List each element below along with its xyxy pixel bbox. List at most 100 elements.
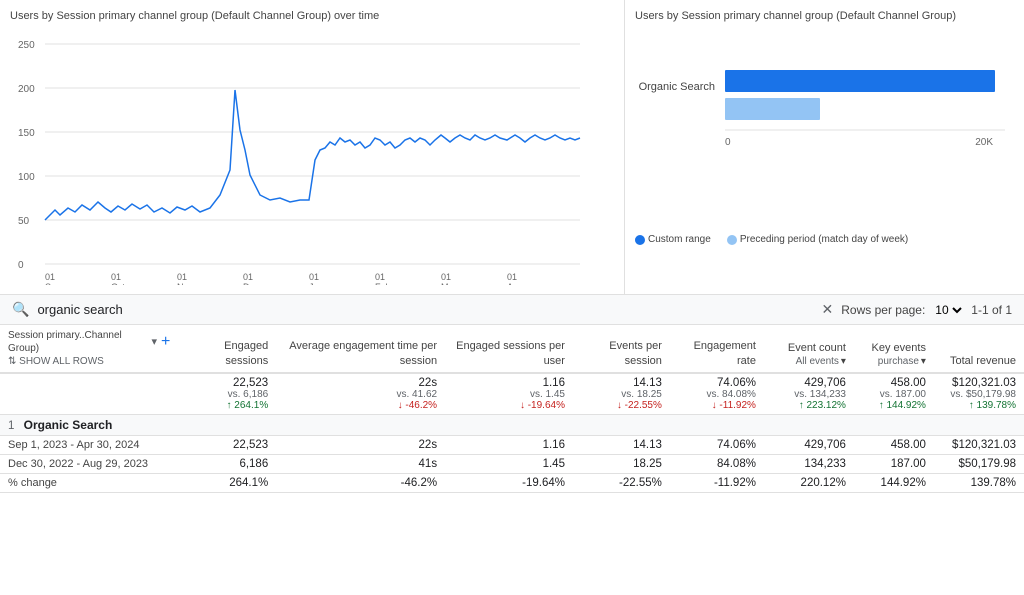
row1-label: Organic Search — [24, 418, 113, 432]
svg-text:Oct: Oct — [111, 282, 126, 285]
totals-label-cell — [0, 373, 178, 415]
search-icon: 🔍 — [12, 301, 29, 318]
svg-text:0: 0 — [18, 260, 24, 271]
svg-text:20K: 20K — [975, 137, 993, 148]
totals-eps-vs: vs. 18.25 — [581, 389, 662, 400]
pct-er: -11.92% — [670, 474, 764, 493]
page-info: 1-1 of 1 — [971, 303, 1012, 317]
pct-es: 264.1% — [178, 474, 276, 493]
period2-ec: 134,233 — [764, 455, 854, 474]
th-session: Session primary..Channel Group) ▾ + ⇅ SH… — [0, 325, 178, 373]
period1-label-cell: Sep 1, 2023 - Apr 30, 2024 — [0, 436, 178, 455]
svg-text:Feb: Feb — [375, 282, 391, 285]
period2-er: 84.08% — [670, 455, 764, 474]
totals-events-per-session: 14.13 vs. 18.25 ↓ -22.55% — [573, 373, 670, 415]
totals-er-vs: vs. 84.08% — [678, 389, 756, 400]
totals-at-value: 22s — [284, 377, 437, 389]
svg-text:Jan: Jan — [309, 282, 324, 285]
th-events-per-session-label: Events per session — [609, 340, 662, 366]
svg-text:01: 01 — [441, 272, 451, 282]
row1-ec-blank — [764, 415, 854, 436]
rows-per-page-select[interactable]: 10 25 50 — [931, 302, 965, 318]
svg-text:Dec: Dec — [243, 282, 260, 285]
th-total-revenue: Total revenue — [934, 325, 1024, 373]
svg-text:0: 0 — [725, 137, 731, 148]
line-chart-svg: 250 200 150 100 50 0 01 Sep 01 Oct 01 No… — [10, 30, 590, 285]
data-table: Session primary..Channel Group) ▾ + ⇅ SH… — [0, 325, 1024, 493]
add-dimension-button[interactable]: + — [161, 334, 170, 350]
th-engaged-sessions-label: Engaged sessions — [224, 340, 268, 366]
th-engagement-rate: Engagement rate — [670, 325, 764, 373]
totals-er-value: 74.06% — [678, 377, 756, 389]
th-avg-time: Average engagement time per session — [276, 325, 445, 373]
th-event-count-sub: All events — [796, 355, 839, 368]
totals-event-count: 429,706 vs. 134,233 ↑ 223.12% — [764, 373, 854, 415]
th-key-events: Key events purchase ▾ — [854, 325, 934, 373]
legend-dot-custom — [635, 235, 645, 245]
pct-ke: 144.92% — [854, 474, 934, 493]
rows-per-page-label: Rows per page: — [841, 303, 925, 317]
show-all-rows-button[interactable]: ⇅ SHOW ALL ROWS — [8, 355, 170, 368]
th-events-per-session: Events per session — [573, 325, 670, 373]
table-row: 1 Organic Search — [0, 415, 1024, 436]
totals-engaged-sessions: 22,523 vs. 6,186 ↑ 264.1% — [178, 373, 276, 415]
totals-row: 22,523 vs. 6,186 ↑ 264.1% 22s vs. 41.62 … — [0, 373, 1024, 415]
totals-avg-time: 22s vs. 41.62 ↓ -46.2% — [276, 373, 445, 415]
search-input[interactable] — [37, 302, 813, 317]
period2-es: 6,186 — [178, 455, 276, 474]
search-clear-button[interactable]: ✕ — [822, 301, 834, 318]
pct-at: -46.2% — [276, 474, 445, 493]
svg-text:01: 01 — [309, 272, 319, 282]
bar-chart-svg: Organic Search 0 20K — [635, 30, 1015, 230]
totals-epu-vs: vs. 1.45 — [453, 389, 565, 400]
key-events-dropdown[interactable]: ▾ — [921, 355, 926, 368]
bar-chart-title: Users by Session primary channel group (… — [635, 10, 1014, 22]
legend-dot-preceding — [727, 235, 737, 245]
period2-at: 41s — [276, 455, 445, 474]
totals-es-value: 22,523 — [186, 377, 268, 389]
th-engagement-rate-label: Engagement rate — [694, 340, 756, 366]
bar-chart-panel: Users by Session primary channel group (… — [624, 0, 1024, 294]
period1-ke: 458.00 — [854, 436, 934, 455]
totals-es-vs: vs. 6,186 — [186, 389, 268, 400]
row1-epu-blank — [445, 415, 573, 436]
legend-preceding: Preceding period (match day of week) — [727, 234, 908, 245]
svg-text:01: 01 — [111, 272, 121, 282]
totals-ec-vs: vs. 134,233 — [772, 389, 846, 400]
totals-es-pct: ↑ 264.1% — [186, 400, 268, 411]
svg-text:200: 200 — [18, 84, 35, 95]
svg-text:01: 01 — [177, 272, 187, 282]
totals-tr-vs: vs. $50,179.98 — [942, 389, 1016, 400]
period1-epu: 1.16 — [445, 436, 573, 455]
th-engaged-sessions: Engaged sessions — [178, 325, 276, 373]
pct-tr: 139.78% — [934, 474, 1024, 493]
bar-chart-legend: Custom range Preceding period (match day… — [635, 234, 1014, 245]
line-chart-title: Users by Session primary channel group (… — [10, 10, 614, 22]
totals-ec-value: 429,706 — [772, 377, 846, 389]
svg-text:Organic Search: Organic Search — [639, 81, 715, 93]
totals-at-vs: vs. 41.62 — [284, 389, 437, 400]
row1-eps-blank — [573, 415, 670, 436]
table-row-pct-change: % change 264.1% -46.2% -19.64% -22.55% -… — [0, 474, 1024, 493]
legend-preceding-label: Preceding period (match day of week) — [740, 234, 908, 245]
period1-at: 22s — [276, 436, 445, 455]
totals-tr-pct: ↑ 139.78% — [942, 400, 1016, 411]
totals-ec-pct: ↑ 223.12% — [772, 400, 846, 411]
rows-per-page-control: Rows per page: 10 25 50 1-1 of 1 — [841, 302, 1012, 318]
totals-epu-pct: ↓ -19.64% — [453, 400, 565, 411]
period2-label: Dec 30, 2022 - Aug 29, 2023 — [8, 458, 148, 470]
totals-tr-value: $120,321.03 — [942, 377, 1016, 389]
svg-text:Apr: Apr — [507, 282, 521, 285]
th-total-revenue-label: Total revenue — [950, 355, 1016, 367]
period1-eps: 14.13 — [573, 436, 670, 455]
th-key-events-sub: purchase — [878, 355, 919, 368]
svg-text:250: 250 — [18, 40, 35, 51]
row1-tr-blank — [934, 415, 1024, 436]
pct-eps: -22.55% — [573, 474, 670, 493]
th-session-dropdown[interactable]: ▾ — [151, 335, 157, 349]
totals-key-events: 458.00 vs. 187.00 ↑ 144.92% — [854, 373, 934, 415]
pct-ec: 220.12% — [764, 474, 854, 493]
event-count-dropdown[interactable]: ▾ — [841, 355, 846, 368]
period2-label-cell: Dec 30, 2022 - Aug 29, 2023 — [0, 455, 178, 474]
row1-ke-blank — [854, 415, 934, 436]
